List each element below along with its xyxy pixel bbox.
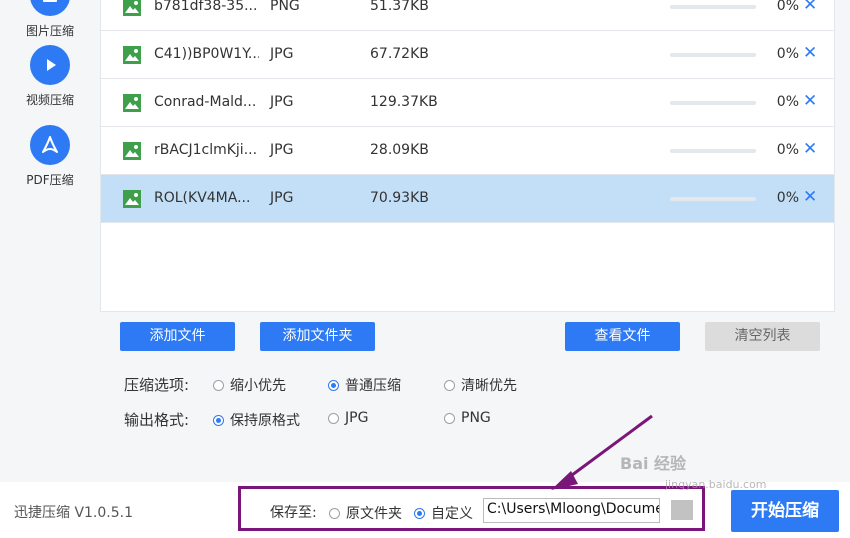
file-type: PNG (270, 0, 300, 14)
radio-jpg[interactable]: JPG (328, 410, 368, 426)
table-row[interactable]: Conrad-Mald... JPG 129.37KB 0% ✕ (101, 79, 834, 127)
file-name: ROL(KV4MA... (154, 190, 251, 206)
sidebar-item-pdf-compress[interactable]: PDF压缩 (0, 125, 100, 188)
radio-dot (444, 412, 455, 424)
pdf-icon (30, 125, 70, 165)
progress-bar (670, 101, 756, 105)
progress-percent: 0% (776, 142, 799, 158)
file-name: C41))BP0W1Y... (154, 46, 259, 62)
radio-shrink-first[interactable]: 缩小优先 (213, 375, 286, 395)
sidebar-item-label: 视频压缩 (25, 93, 74, 107)
image-file-icon (123, 142, 141, 164)
table-row[interactable]: b781df38-35... PNG 51.37KB 0% ✕ (101, 0, 834, 31)
sidebar-item-video-compress[interactable]: 视频压缩 (0, 45, 100, 108)
main-panel: b781df38-35... PNG 51.37KB 0% ✕ C41))BP0… (100, 0, 850, 482)
radio-label: 缩小优先 (230, 378, 286, 394)
radio-dot (329, 507, 340, 519)
image-file-icon (123, 0, 141, 20)
sidebar-item-label: 图片压缩 (25, 24, 74, 38)
progress-percent: 0% (776, 46, 799, 62)
progress-bar (670, 53, 756, 57)
image-file-icon (123, 46, 141, 68)
sidebar-item-image-compress[interactable]: 图片压缩 (0, 0, 100, 39)
view-files-button[interactable]: 查看文件 (565, 322, 680, 351)
folder-browse-icon[interactable] (671, 500, 693, 520)
compress-options-label: 压缩选项: (124, 376, 190, 394)
save-path-input[interactable]: C:\Users\Mloong\Docume (483, 498, 660, 523)
image-file-icon (123, 94, 141, 116)
table-row[interactable]: ROL(KV4MA... JPG 70.93KB 0% ✕ (101, 175, 834, 223)
file-type: JPG (270, 190, 294, 206)
sidebar-item-label: PDF压缩 (26, 173, 74, 187)
radio-keep-format[interactable]: 保持原格式 (213, 410, 300, 430)
radio-dot (444, 379, 455, 391)
radio-clarity-first[interactable]: 清晰优先 (444, 375, 517, 395)
progress-percent: 0% (776, 190, 799, 206)
file-size: 129.37KB (370, 94, 438, 110)
radio-custom-folder[interactable]: 自定义 (414, 503, 473, 523)
sidebar: 图片压缩 视频压缩 PDF压缩 (0, 0, 100, 482)
watermark-subtext: jingyan.baidu.com (665, 478, 767, 491)
radio-dot (414, 507, 425, 519)
close-icon[interactable]: ✕ (803, 0, 817, 15)
progress-percent: 0% (776, 0, 799, 14)
baidu-watermark: Bai 经验 jingyan.baidu.com (620, 450, 767, 491)
file-size: 67.72KB (370, 46, 429, 62)
file-type: JPG (270, 142, 294, 158)
file-size: 51.37KB (370, 0, 429, 14)
progress-bar (670, 197, 756, 201)
start-compress-button[interactable]: 开始压缩 (731, 490, 839, 532)
radio-dot (213, 379, 224, 391)
radio-dot (213, 414, 224, 426)
table-row[interactable]: C41))BP0W1Y... JPG 67.72KB 0% ✕ (101, 31, 834, 79)
file-name: b781df38-35... (154, 0, 258, 14)
add-folder-button[interactable]: 添加文件夹 (260, 322, 375, 351)
version-label: 迅捷压缩 V1.0.5.1 (14, 505, 134, 521)
progress-bar (670, 5, 756, 9)
file-type: JPG (270, 46, 294, 62)
close-icon[interactable]: ✕ (803, 187, 817, 207)
close-icon[interactable]: ✕ (803, 91, 817, 111)
progress-bar (670, 149, 756, 153)
file-size: 28.09KB (370, 142, 429, 158)
play-icon (30, 45, 70, 85)
add-file-button[interactable]: 添加文件 (120, 322, 235, 351)
radio-label: PNG (461, 410, 491, 426)
file-type: JPG (270, 94, 294, 110)
radio-label: 保持原格式 (230, 413, 300, 429)
file-name: Conrad-Mald... (154, 94, 257, 110)
radio-label: 清晰优先 (461, 378, 517, 394)
table-row[interactable]: rBACJ1clmKji... JPG 28.09KB 0% ✕ (101, 127, 834, 175)
save-to-label: 保存至: (270, 505, 317, 521)
watermark-text: Bai 经验 (620, 454, 687, 473)
progress-percent: 0% (776, 94, 799, 110)
radio-label: 原文件夹 (346, 506, 402, 522)
clear-list-button[interactable]: 清空列表 (705, 322, 820, 351)
image-file-icon (123, 190, 141, 212)
file-size: 70.93KB (370, 190, 429, 206)
radio-normal-compress[interactable]: 普通压缩 (328, 375, 401, 395)
image-compress-icon (30, 0, 70, 16)
file-name: rBACJ1clmKji... (154, 142, 258, 158)
close-icon[interactable]: ✕ (803, 43, 817, 63)
radio-label: 自定义 (431, 506, 473, 522)
file-list: b781df38-35... PNG 51.37KB 0% ✕ C41))BP0… (100, 0, 835, 312)
radio-label: JPG (345, 410, 369, 426)
radio-label: 普通压缩 (345, 378, 401, 394)
close-icon[interactable]: ✕ (803, 139, 817, 159)
radio-dot (328, 379, 339, 391)
radio-png[interactable]: PNG (444, 410, 491, 426)
radio-dot (328, 412, 339, 424)
output-format-label: 输出格式: (124, 411, 190, 429)
radio-original-folder[interactable]: 原文件夹 (329, 503, 402, 523)
